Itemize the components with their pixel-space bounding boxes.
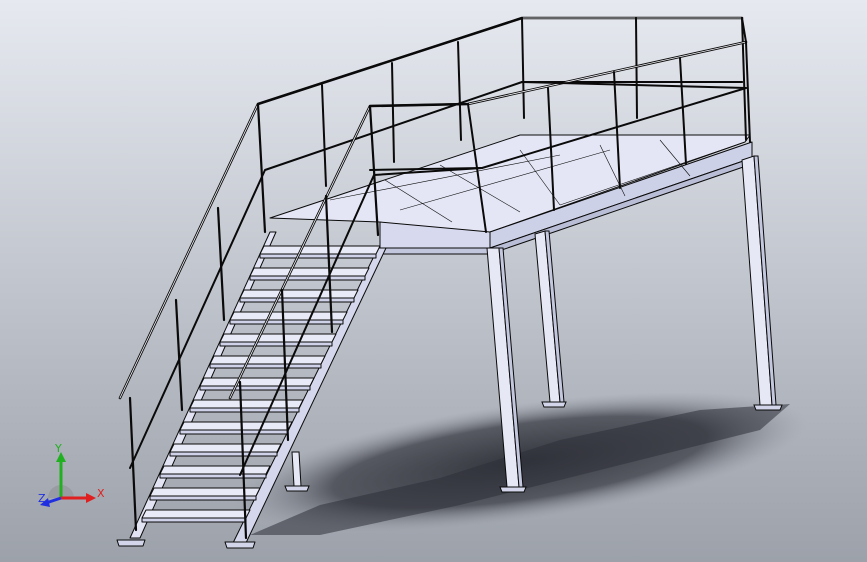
model-canvas[interactable]: Y X Z	[0, 0, 867, 562]
cad-viewport[interactable]: Y X Z	[0, 0, 867, 562]
triad-x-label: X	[97, 487, 105, 500]
triad-y-label: Y	[54, 442, 62, 455]
triad-z-label: Z	[38, 492, 46, 505]
